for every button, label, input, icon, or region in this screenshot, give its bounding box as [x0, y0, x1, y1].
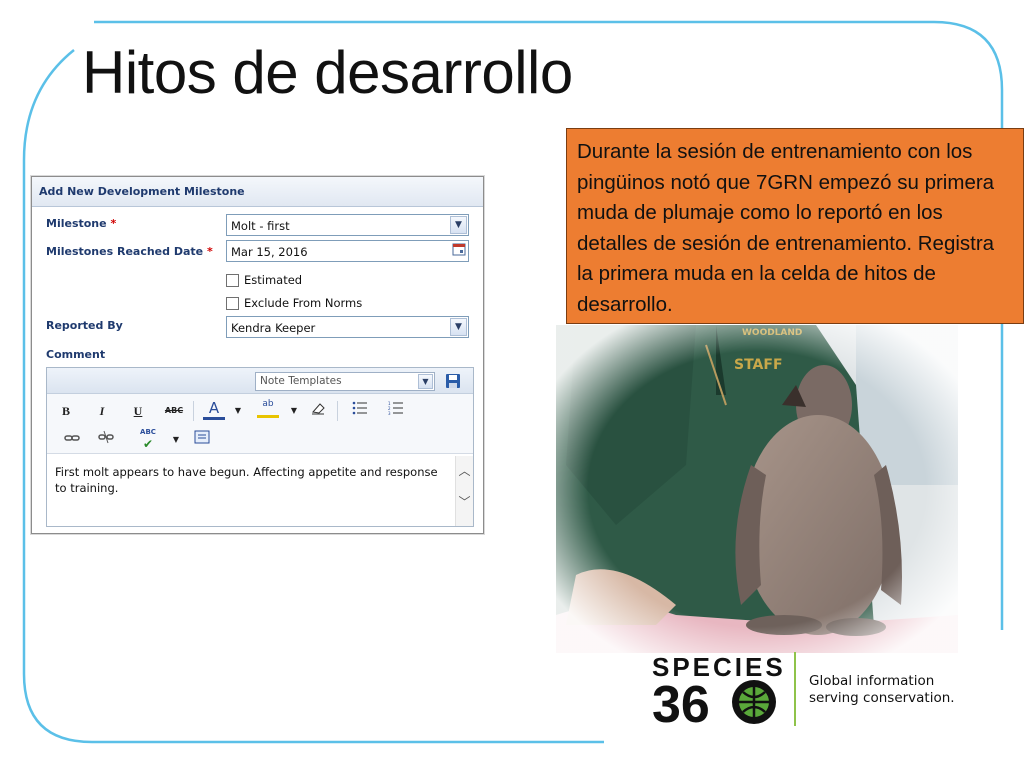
- comment-label: Comment: [46, 348, 106, 361]
- chevron-down-icon[interactable]: ▼: [227, 401, 249, 421]
- link-icon[interactable]: [61, 430, 83, 450]
- form-header: Add New Development Milestone: [32, 177, 483, 207]
- svg-text:36: 36: [652, 678, 710, 726]
- date-field[interactable]: Mar 15, 2016: [226, 240, 469, 262]
- slide-title: Hitos de desarrollo: [82, 39, 573, 106]
- numbered-list-icon[interactable]: 123: [385, 401, 407, 421]
- penguin-photo: WOODLAND STAFF: [556, 325, 958, 653]
- logo-360-mark: 36: [652, 678, 776, 726]
- scroll-up-icon[interactable]: ︿: [456, 462, 473, 479]
- calendar-icon[interactable]: [450, 242, 467, 260]
- comment-text: First molt appears to have begun. Affect…: [55, 465, 438, 495]
- comment-editor: Note Templates ▼ B I U ABC A ▼ ab ▼ 1 2 …: [46, 367, 474, 527]
- chevron-down-icon[interactable]: ▼: [450, 216, 467, 234]
- milestone-select[interactable]: Molt - first ▼: [226, 214, 469, 236]
- chevron-down-icon[interactable]: ▼: [418, 374, 433, 389]
- tagline-line-1: Global information: [809, 673, 935, 689]
- formatting-toolbar: B I U ABC A ▼ ab ▼ 123 ABC ✔ ▼: [47, 394, 473, 454]
- exclude-label: Exclude From Norms: [244, 296, 363, 310]
- logo-divider: [794, 652, 796, 726]
- strikethrough-button[interactable]: ABC: [163, 401, 185, 421]
- chevron-down-icon[interactable]: ▼: [165, 430, 187, 450]
- estimated-checkbox[interactable]: [226, 273, 239, 287]
- estimated-label: Estimated: [244, 273, 303, 287]
- bold-button[interactable]: B: [55, 401, 77, 421]
- check-icon: ✔: [142, 437, 154, 451]
- tagline-line-2: serving conservation.: [809, 690, 955, 706]
- reported-by-label: Reported By: [46, 319, 123, 332]
- spellcheck-button[interactable]: ABC ✔: [137, 426, 159, 450]
- italic-button[interactable]: I: [91, 401, 113, 421]
- instruction-callout: Durante la sesión de entrenamiento con l…: [566, 128, 1024, 324]
- add-milestone-form: Add New Development Milestone Milestone …: [31, 176, 484, 534]
- note-templates-label: Note Templates: [260, 375, 342, 387]
- date-value: Mar 15, 2016: [231, 245, 308, 259]
- bullet-list-icon[interactable]: [349, 401, 371, 421]
- unlink-icon[interactable]: [95, 430, 117, 450]
- spellcheck-label: ABC: [140, 428, 156, 436]
- toolbar-divider: [337, 401, 338, 421]
- milestone-label: Milestone *: [46, 217, 117, 230]
- note-templates-select[interactable]: Note Templates ▼: [255, 372, 435, 391]
- exclude-checkbox-row[interactable]: Exclude From Norms: [226, 296, 362, 310]
- logo-tagline: Global information serving conservation.: [809, 673, 955, 707]
- save-icon[interactable]: [445, 373, 461, 389]
- html-view-icon[interactable]: [191, 430, 213, 450]
- reported-by-select[interactable]: Kendra Keeper ▼: [226, 316, 469, 338]
- editor-scrollbar[interactable]: ︿ ﹀: [455, 456, 473, 526]
- font-color-button[interactable]: A: [203, 399, 225, 420]
- comment-text-area[interactable]: First molt appears to have begun. Affect…: [47, 456, 457, 526]
- highlight-button[interactable]: ab: [257, 397, 279, 418]
- date-label: Milestones Reached Date *: [46, 245, 213, 258]
- chevron-down-icon[interactable]: ▼: [450, 318, 467, 336]
- svg-text:3: 3: [388, 411, 391, 415]
- underline-button[interactable]: U: [127, 401, 149, 421]
- scroll-down-icon[interactable]: ﹀: [456, 493, 473, 510]
- eraser-icon[interactable]: [307, 401, 329, 421]
- editor-top-bar: Note Templates ▼: [47, 368, 473, 394]
- reported-by-value: Kendra Keeper: [231, 321, 316, 335]
- chevron-down-icon[interactable]: ▼: [283, 401, 305, 421]
- milestone-value: Molt - first: [231, 219, 290, 233]
- toolbar-divider: [193, 401, 194, 421]
- estimated-checkbox-row[interactable]: Estimated: [226, 273, 302, 287]
- exclude-from-norms-checkbox[interactable]: [226, 296, 239, 310]
